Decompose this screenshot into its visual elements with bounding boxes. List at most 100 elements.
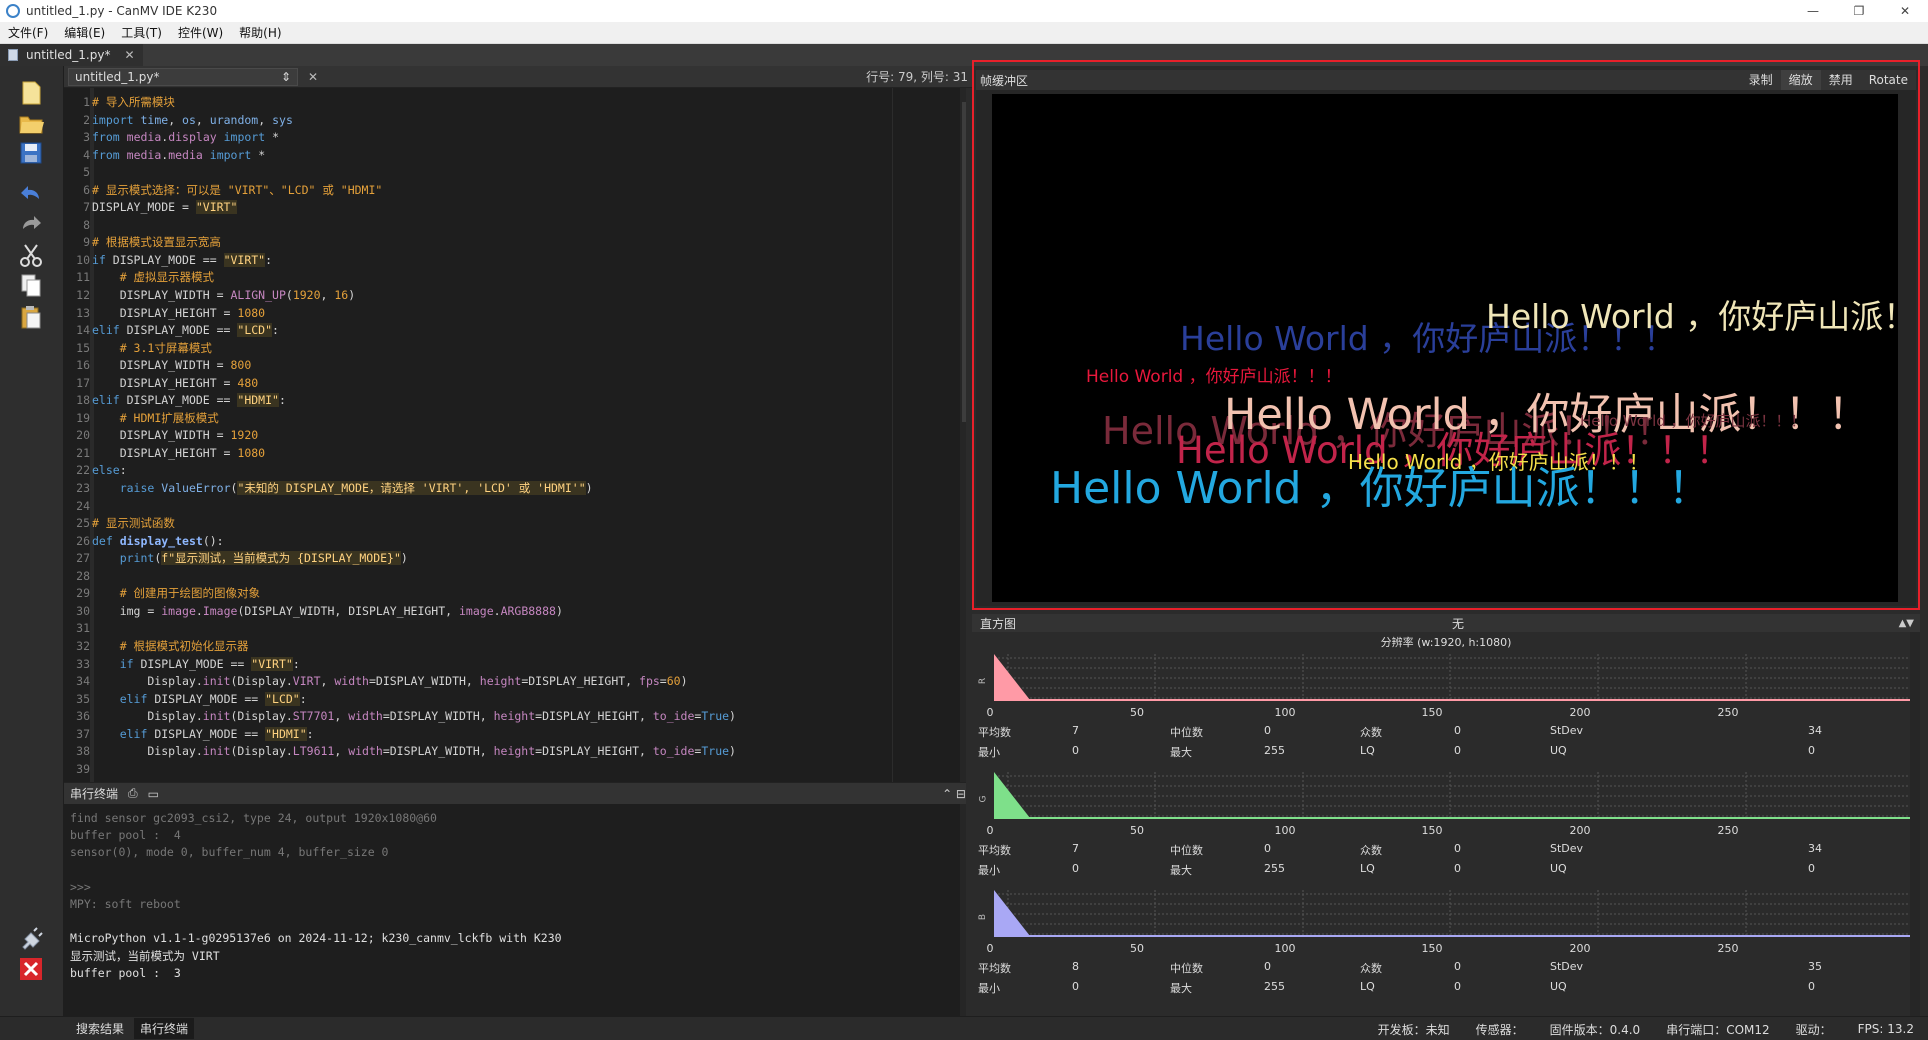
code-line[interactable]: DISPLAY_WIDTH = 1920 [92, 427, 736, 445]
code-line[interactable]: img = image.Image(DISPLAY_WIDTH, DISPLAY… [92, 603, 736, 621]
code-line[interactable]: elif DISPLAY_MODE == "LCD": [92, 322, 736, 340]
code-line[interactable]: # 显示测试函数 [92, 515, 736, 533]
save-log-icon[interactable]: ⎙ [128, 786, 138, 801]
code-line[interactable]: # 根据模式初始化显示器 [92, 638, 736, 656]
close-editor-icon[interactable]: ✕ [308, 70, 318, 84]
code-line[interactable]: # 显示模式选择：可以是 "VIRT"、"LCD" 或 "HDMI" [92, 182, 736, 200]
code-line[interactable] [92, 620, 736, 638]
collapse-terminal-icon[interactable]: ⌃ ⊟ [942, 787, 966, 801]
code-line[interactable] [92, 217, 736, 235]
code-line[interactable]: elif DISPLAY_MODE == "HDMI": [92, 726, 736, 744]
maximize-button[interactable]: ❐ [1836, 0, 1882, 22]
stat-value-median: 0 [1264, 960, 1271, 973]
code-line[interactable] [92, 498, 736, 516]
code-line[interactable]: else: [92, 462, 736, 480]
axis-tick-label: 100 [1274, 706, 1296, 719]
code-line[interactable]: Display.init(Display.LT9611, width=DISPL… [92, 743, 736, 761]
menu-tools[interactable]: 工具(T) [113, 24, 170, 41]
histogram-stats: 平均数 7 中位数 0 众数 0 StDev 34 最小 0 最大 255 LQ 0 UQ 0 [972, 724, 1920, 764]
zoom-button[interactable]: 缩放 [1780, 70, 1821, 90]
code-line[interactable]: if DISPLAY_MODE == "VIRT": [92, 656, 736, 674]
terminal-header: 串行终端 ⎙ ▭ ⌃ ⊟ [64, 782, 972, 804]
code-line[interactable]: if DISPLAY_MODE == "VIRT": [92, 252, 736, 270]
axis-tick-label: 150 [1421, 824, 1443, 837]
minimize-button[interactable]: — [1790, 0, 1836, 22]
disable-button[interactable]: 禁用 [1821, 70, 1861, 90]
code-line[interactable] [92, 761, 736, 779]
new-file-button[interactable] [14, 78, 48, 108]
frame-buffer-view[interactable]: Hello World ，你好庐山派！！！ Hello World ，你好庐山派！… [976, 90, 1916, 606]
clear-terminal-icon[interactable]: ▭ [148, 787, 159, 801]
code-line[interactable]: # 创建用于绘图的图像对象 [92, 585, 736, 603]
histogram-plot [994, 890, 1910, 937]
redo-button[interactable] [14, 208, 48, 238]
stat-value-lq: 0 [1454, 980, 1461, 993]
code-line[interactable]: elif DISPLAY_MODE == "LCD": [92, 691, 736, 709]
code-area[interactable]: # 导入所需模块 import time, os, urandom, sys fro… [92, 94, 736, 778]
code-line[interactable]: print(f"显示测试，当前模式为 {DISPLAY_MODE}") [92, 550, 736, 568]
stat-value-stdev: 35 [1808, 960, 1822, 973]
code-line[interactable] [92, 568, 736, 586]
search-results-tab[interactable]: 搜索结果 [70, 1018, 130, 1039]
code-line[interactable]: DISPLAY_HEIGHT = 1080 [92, 445, 736, 463]
open-file-selector[interactable]: untitled_1.py* ⇕ [68, 67, 298, 86]
connect-button[interactable] [14, 924, 48, 954]
stat-value-mean: 8 [1072, 960, 1079, 973]
code-line[interactable]: DISPLAY_MODE = "VIRT" [92, 199, 736, 217]
code-line[interactable]: DISPLAY_WIDTH = 800 [92, 357, 736, 375]
code-line[interactable]: Display.init(Display.ST7701, width=DISPL… [92, 708, 736, 726]
code-line[interactable]: # 根据模式设置显示宽高 [92, 234, 736, 252]
code-line[interactable]: from media.media import * [92, 147, 736, 165]
updown-arrow-icon[interactable]: ▲▼ [1899, 618, 1914, 629]
menu-edit[interactable]: 编辑(E) [56, 24, 113, 41]
scissors-icon [20, 244, 42, 267]
firmware-status[interactable]: 固件版本：0.4.0 [1550, 1021, 1641, 1038]
stop-button[interactable] [14, 954, 48, 984]
close-tab-icon[interactable]: ✕ [124, 48, 134, 62]
copy-button[interactable] [14, 270, 48, 300]
histogram-scrollbar[interactable] [1910, 632, 1920, 1016]
terminal-line: >>> [70, 879, 91, 894]
code-line[interactable]: # HDMI扩展板模式 [92, 410, 736, 428]
histogram-plot [994, 654, 1910, 701]
code-line[interactable]: # 3.1寸屏幕模式 [92, 340, 736, 358]
line-number: 18 [76, 393, 90, 408]
stat-value-min: 0 [1072, 862, 1079, 875]
menu-file[interactable]: 文件(F) [0, 24, 56, 41]
serial-port-status[interactable]: 串行端口：COM12 [1666, 1021, 1769, 1038]
code-line[interactable]: import time, os, urandom, sys [92, 112, 736, 130]
document-tab-untitled[interactable]: untitled_1.py* ✕ [0, 44, 143, 66]
stat-value-mean: 7 [1072, 724, 1079, 737]
line-number: 26 [76, 533, 90, 548]
histogram-colorspace-select[interactable]: 无 [1452, 615, 1464, 632]
save-button[interactable] [14, 138, 48, 168]
code-line[interactable]: Display.init(Display.VIRT, width=DISPLAY… [92, 673, 736, 691]
code-line[interactable]: from media.display import * [92, 129, 736, 147]
line-number: 21 [76, 445, 90, 460]
stat-value-mode: 0 [1454, 960, 1461, 973]
line-number: 7 [83, 200, 90, 215]
code-line[interactable]: raise ValueError("未知的 DISPLAY_MODE，请选择 '… [92, 480, 736, 498]
code-editor[interactable]: 1 2 3 4 5 6 7 8 9 10 11 12 13 14 15 16 17 18 19 20 21 22 23 24 2… [64, 88, 972, 782]
code-line[interactable]: # 导入所需模块 [92, 94, 736, 112]
rotate-button[interactable]: Rotate [1861, 70, 1916, 90]
cut-button[interactable] [14, 240, 48, 270]
serial-terminal[interactable]: find sensor gc2093_csi2, type 24, output… [64, 804, 972, 1016]
code-line[interactable] [92, 164, 736, 182]
menu-help[interactable]: 帮助(H) [231, 24, 289, 41]
open-file-button[interactable] [14, 108, 48, 138]
record-button[interactable]: 录制 [1741, 70, 1781, 90]
code-line[interactable]: DISPLAY_HEIGHT = 480 [92, 375, 736, 393]
code-line[interactable]: # 虚拟显示器模式 [92, 269, 736, 287]
menu-widgets[interactable]: 控件(W) [170, 24, 231, 41]
menu-bar: 文件(F) 编辑(E) 工具(T) 控件(W) 帮助(H) [0, 22, 1928, 44]
code-line[interactable]: DISPLAY_WIDTH = ALIGN_UP(1920, 16) [92, 287, 736, 305]
serial-terminal-tab[interactable]: 串行终端 [134, 1018, 195, 1039]
code-line[interactable]: elif DISPLAY_MODE == "HDMI": [92, 392, 736, 410]
code-line[interactable]: DISPLAY_HEIGHT = 1080 [92, 305, 736, 323]
paste-button[interactable] [14, 302, 48, 332]
code-line[interactable]: def display_test(): [92, 533, 736, 551]
stat-label-lq: LQ [1360, 744, 1375, 757]
undo-button[interactable] [14, 178, 48, 208]
close-button[interactable]: ✕ [1882, 0, 1928, 22]
